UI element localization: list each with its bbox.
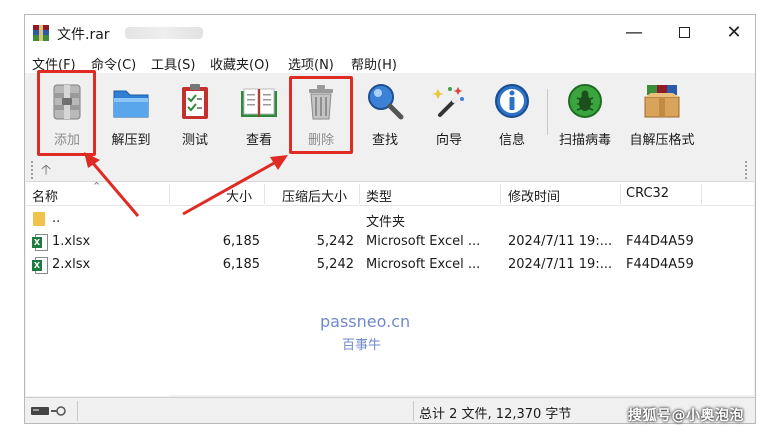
menu-tools[interactable]: 工具(S) [151, 54, 195, 73]
drive-key-icon [31, 406, 66, 416]
menu-commands[interactable]: 命令(C) [91, 54, 136, 73]
menu-bar: 文件(F) 命令(C) 工具(S) 收藏夹(O) 选项(N) 帮助(H) [25, 51, 755, 73]
open-book-icon [241, 88, 277, 117]
row-size: 6,185 [222, 234, 260, 249]
toolbar-grip-right [745, 161, 751, 179]
row-name: 1.xlsx [52, 234, 91, 249]
test-button[interactable]: 测试 [163, 77, 227, 149]
title-bar: 文件.rar — ✕ [25, 15, 755, 51]
delete-highlight-box [289, 76, 353, 154]
info-button[interactable]: 信息 [480, 77, 544, 149]
magnifier-icon [368, 84, 404, 120]
window-title: 文件.rar [57, 27, 110, 43]
menu-options[interactable]: 选项(N) [288, 54, 334, 73]
toolbar: 添加 解压到 测试 查看 删除 查找 向导 信息 扫描病毒 自解压格式 🡡 [25, 73, 755, 181]
row-name: 2.xlsx [52, 257, 91, 272]
sort-ascending-icon: ⌃ [92, 180, 102, 193]
test-label: 测试 [181, 133, 208, 148]
row-type: Microsoft Excel ... [366, 257, 481, 272]
corner-watermark: 搜狐号@小奥泡泡 [628, 408, 744, 424]
status-summary: 总计 2 文件, 12,370 字节 [419, 407, 572, 422]
extract-label: 解压到 [111, 133, 151, 148]
col-type[interactable]: 类型 [366, 186, 392, 205]
wizard-label: 向导 [435, 133, 462, 148]
file-list: 名称 ⌃ 大小 压缩后大小 类型 修改时间 CRC32 .. 文件夹 X 1.x… [26, 180, 754, 396]
maximize-button[interactable] [659, 15, 709, 51]
find-label: 查找 [371, 133, 398, 148]
folder-icon [33, 212, 45, 226]
menu-help[interactable]: 帮助(H) [351, 54, 397, 73]
find-button[interactable]: 查找 [353, 77, 417, 149]
watermark-brand: 百事牛 [342, 338, 382, 353]
extract-button[interactable]: 解压到 [99, 77, 163, 149]
row-modified: 2024/7/11 19:... [508, 234, 613, 249]
row-name: .. [52, 211, 61, 226]
minimize-button[interactable]: — [609, 15, 659, 51]
info-label: 信息 [498, 133, 525, 148]
wizard-button[interactable]: 向导 [417, 77, 481, 149]
excel-file-icon: X [32, 234, 48, 251]
watermark-domain: passneo.cn [320, 312, 411, 331]
list-header: 名称 ⌃ 大小 压缩后大小 类型 修改时间 CRC32 [26, 180, 754, 206]
row-crc: F44D4A59 [626, 257, 694, 272]
col-modified[interactable]: 修改时间 [508, 186, 560, 205]
toolbar-grip-left [31, 161, 37, 179]
menu-favorites[interactable]: 收藏夹(O) [210, 54, 269, 73]
folder-extract-icon [113, 90, 149, 118]
excel-file-icon: X [32, 257, 48, 274]
col-size[interactable]: 大小 [226, 186, 252, 205]
close-button[interactable]: ✕ [709, 15, 759, 51]
up-folder-icon[interactable]: 🡡 [41, 159, 51, 183]
scan-virus-button[interactable]: 扫描病毒 [553, 77, 617, 149]
maximize-icon [678, 27, 690, 38]
row-modified: 2024/7/11 19:... [508, 257, 613, 272]
magic-wand-icon [432, 87, 464, 117]
winrar-app-icon [33, 25, 49, 41]
bug-scan-icon [568, 84, 602, 118]
row-type: 文件夹 [366, 215, 406, 230]
row-crc: F44D4A59 [626, 234, 694, 249]
toolbar-separator [547, 89, 548, 135]
row-size: 6,185 [222, 257, 260, 272]
scan-virus-label: 扫描病毒 [558, 133, 611, 148]
sfx-label: 自解压格式 [629, 133, 695, 148]
col-name[interactable]: 名称 [32, 186, 58, 205]
row-packed: 5,242 [316, 234, 354, 249]
col-crc[interactable]: CRC32 [626, 186, 669, 201]
clipboard-check-icon [182, 84, 208, 119]
view-button[interactable]: 查看 [227, 77, 291, 149]
table-row[interactable]: X 2.xlsx 6,185 5,242 Microsoft Excel ...… [26, 254, 754, 277]
add-highlight-box [37, 70, 96, 156]
sfx-box-icon [644, 85, 680, 118]
col-packed[interactable]: 压缩后大小 [282, 186, 347, 205]
blurred-path [125, 27, 203, 39]
row-packed: 5,242 [316, 257, 354, 272]
table-row[interactable]: X 1.xlsx 6,185 5,242 Microsoft Excel ...… [26, 231, 754, 254]
info-icon [495, 84, 529, 118]
table-row[interactable]: .. 文件夹 [26, 208, 754, 231]
row-type: Microsoft Excel ... [366, 234, 481, 249]
winrar-window: 文件.rar — ✕ 文件(F) 命令(C) 工具(S) 收藏夹(O) 选项(N… [24, 14, 756, 424]
sfx-button[interactable]: 自解压格式 [627, 77, 697, 149]
view-label: 查看 [245, 133, 272, 148]
